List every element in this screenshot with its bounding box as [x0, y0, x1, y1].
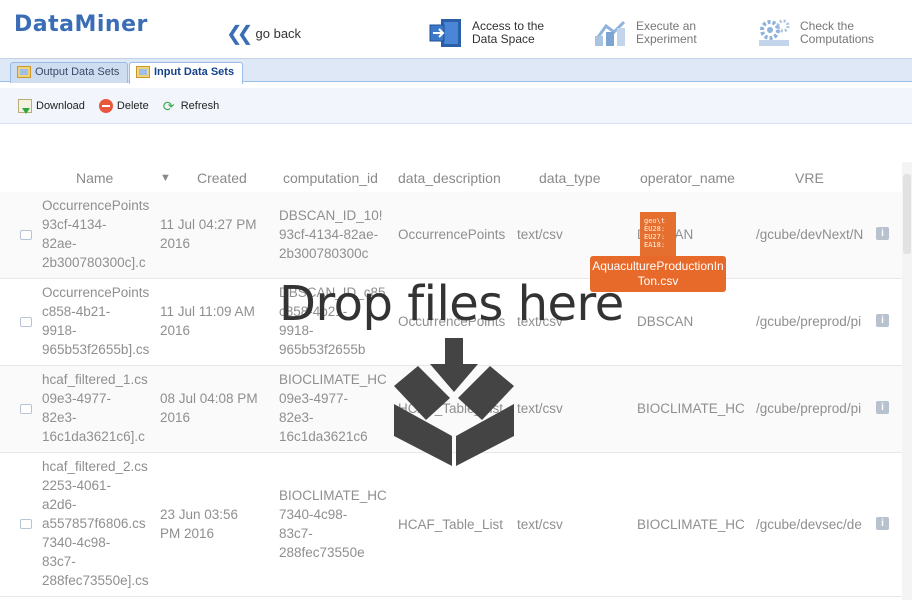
download-label: Download — [36, 99, 85, 112]
cell-name: hcaf_filtered_1.cs 09e3-4977- 82e3- 16c1da… — [42, 372, 148, 444]
cell-created: 11 Jul 04:27 PM 2016 — [160, 217, 257, 251]
computations-icon — [759, 19, 790, 46]
grid-scrollbar[interactable] — [902, 162, 912, 600]
table-row[interactable]: hcaf_filtered_1.cs 09e3-4977- 82e3- 16c1da… — [0, 366, 902, 453]
grid-header: Name ▼ Created computation_id data_descr… — [0, 162, 902, 192]
tab-input-label: Input Data Sets — [154, 66, 235, 78]
data-space-icon — [429, 19, 461, 47]
delete-icon — [98, 98, 113, 113]
scrollbar-thumb[interactable] — [903, 174, 911, 254]
cell-name: OccurrencePoints 93cf-4134- 82ae- 2b300780… — [42, 198, 150, 270]
tab-bar: Output Data Sets Input Data Sets — [0, 58, 912, 84]
dataminer-page: DataMiner ❮❮ go back Access to the Data … — [0, 0, 912, 600]
info-icon[interactable]: i — [876, 227, 889, 240]
refresh-label: Refresh — [180, 99, 220, 112]
cell-name: hcaf_filtered_2.cs 2253-4061- a2d6- a55785… — [42, 459, 149, 588]
nav-execute-experiment[interactable]: Execute an Experiment — [592, 18, 697, 48]
cell-data-type: text/csv — [517, 314, 563, 329]
cell-operator-name: DBSCAN — [637, 314, 694, 329]
nav-access-data-space[interactable]: Access to the Data Space — [428, 18, 544, 48]
cell-operator-name: BIOCLIMATE_HC — [637, 401, 745, 416]
column-header-name[interactable]: Name — [76, 170, 113, 186]
sort-down-icon[interactable]: ▼ — [160, 172, 171, 184]
column-header-data-type[interactable]: data_type — [539, 170, 601, 186]
row-checkbox[interactable] — [20, 404, 32, 414]
column-header-computation-id[interactable]: computation_id — [283, 170, 378, 186]
tab-output-label: Output Data Sets — [35, 66, 120, 78]
delete-label: Delete — [116, 99, 149, 112]
cell-vre: /gcube/devNext/N — [756, 227, 864, 242]
cell-created: 08 Jul 04:08 PM 2016 — [160, 391, 258, 425]
row-checkbox[interactable] — [20, 317, 32, 327]
cell-vre: /gcube/preprod/pi — [756, 401, 862, 416]
tab-output-data-sets[interactable]: Output Data Sets — [10, 62, 129, 83]
refresh-button[interactable]: ⟳ Refresh — [163, 99, 220, 113]
column-header-created[interactable]: Created — [197, 170, 247, 186]
experiment-icon — [594, 20, 626, 46]
nav-check-computations[interactable]: Check the Computations — [756, 18, 874, 48]
grid-rows: OccurrencePoints 93cf-4134- 82ae- 2b300780… — [0, 192, 902, 597]
cell-data-description: HCAF_Table_List — [398, 517, 504, 532]
double-chevron-left-icon: ❮❮ — [226, 22, 253, 45]
download-icon — [18, 98, 32, 114]
cell-vre: /gcube/devsec/de — [756, 517, 862, 532]
cell-data-type: text/csv — [517, 401, 563, 416]
input-data-sets-grid: Name ▼ Created computation_id data_descr… — [0, 124, 912, 600]
info-icon[interactable]: i — [876, 401, 889, 414]
go-back-button[interactable]: ❮❮ go back — [226, 22, 302, 45]
nav-access-label-2: Data Space — [472, 32, 535, 46]
cell-data-description: HCAF_Table_List — [398, 401, 504, 416]
cell-computation-id: BIOCLIMATE_HC 7340-4c98- 83c7- 288fec73550… — [279, 488, 387, 560]
dataset-icon — [17, 66, 31, 78]
cell-computation-id: DBSCAN_ID_c85 c858-4b21- 9918- 965b53f2655… — [279, 285, 386, 357]
cell-created: 11 Jul 11:09 AM 2016 — [160, 304, 255, 338]
column-header-vre[interactable]: VRE — [795, 170, 824, 186]
column-header-data-description[interactable]: data_description — [398, 170, 501, 186]
table-row[interactable]: OccurrencePoints 93cf-4134- 82ae- 2b300780… — [0, 192, 902, 279]
cell-data-type: text/csv — [517, 227, 563, 242]
cell-computation-id: DBSCAN_ID_10! 93cf-4134-82ae- 2b300780300… — [279, 208, 383, 261]
table-row[interactable]: OccurrencePoints c858-4b21- 9918- 965b53f2… — [0, 279, 902, 366]
cell-computation-id: BIOCLIMATE_HC 09e3-4977- 82e3- 16c1da3621c… — [279, 372, 387, 444]
app-header: DataMiner ❮❮ go back Access to the Data … — [0, 0, 912, 58]
refresh-icon: ⟳ — [162, 97, 175, 114]
info-icon[interactable]: i — [876, 314, 889, 327]
go-back-label: go back — [255, 26, 302, 41]
cell-name: OccurrencePoints c858-4b21- 9918- 965b53f2… — [42, 285, 150, 357]
cell-data-type: text/csv — [517, 517, 563, 532]
cell-data-description: OccurrencePoints — [398, 227, 506, 242]
nav-check-label-2: Computations — [800, 32, 875, 46]
table-row[interactable]: hcaf_filtered_2.cs 2253-4061- a2d6- a55785… — [0, 453, 902, 597]
delete-button[interactable]: Delete — [98, 98, 149, 113]
grid-toolbar: Download Delete ⟳ Refresh — [0, 88, 912, 124]
download-button[interactable]: Download — [18, 98, 85, 114]
info-icon[interactable]: i — [876, 517, 889, 530]
cell-operator-name: DBSCAN — [637, 227, 694, 242]
row-checkbox[interactable] — [20, 519, 32, 529]
tab-input-data-sets[interactable]: Input Data Sets — [129, 62, 244, 84]
cell-created: 23 Jun 03:56 PM 2016 — [160, 507, 239, 541]
cell-operator-name: BIOCLIMATE_HC — [637, 517, 745, 532]
row-checkbox[interactable] — [20, 230, 32, 240]
cell-data-description: OccurrencePoints — [398, 314, 506, 329]
dataminer-logo[interactable]: DataMiner — [14, 12, 148, 37]
cell-vre: /gcube/preprod/pi — [756, 314, 862, 329]
nav-execute-label-2: Experiment — [636, 32, 697, 46]
column-header-operator-name[interactable]: operator_name — [640, 170, 735, 186]
dataset-icon — [136, 66, 150, 78]
